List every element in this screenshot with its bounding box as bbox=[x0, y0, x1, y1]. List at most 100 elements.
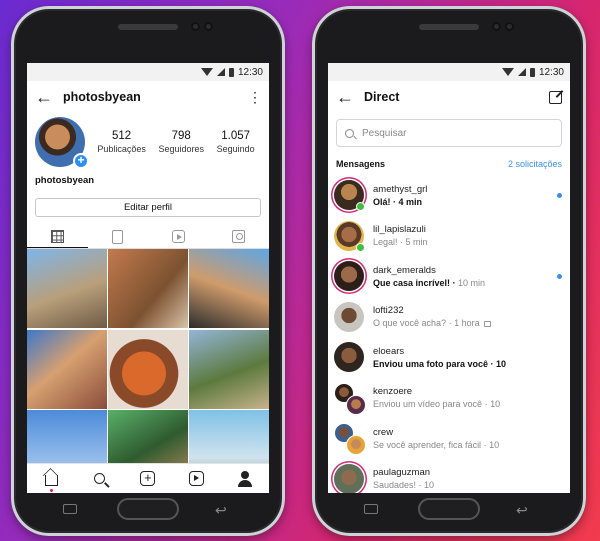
thread-row[interactable]: amethyst_grl Olá! · 4 min bbox=[328, 175, 570, 216]
stat-posts[interactable]: 512 Publicações bbox=[97, 130, 146, 154]
avatar bbox=[334, 301, 364, 332]
nav-profile[interactable] bbox=[236, 470, 254, 488]
back-icon[interactable]: ↩ bbox=[215, 502, 227, 519]
arrow-left-icon[interactable]: ← bbox=[336, 88, 354, 106]
recent-apps-icon[interactable] bbox=[63, 504, 77, 514]
stat-followers[interactable]: 798 Seguidores bbox=[158, 130, 204, 154]
preview-time: 10 min bbox=[458, 277, 486, 288]
camera bbox=[191, 22, 200, 31]
thread-name: crew bbox=[373, 426, 394, 438]
requests-link[interactable]: 2 solicitações bbox=[508, 159, 562, 169]
more-vertical-icon[interactable]: ⋮ bbox=[248, 89, 262, 106]
search-input[interactable]: Pesquisar bbox=[336, 119, 562, 147]
search-placeholder: Pesquisar bbox=[362, 127, 407, 139]
section-title: Mensagens bbox=[336, 159, 386, 169]
thread-preview: Se você aprender, fica fácil · 10 bbox=[373, 439, 500, 450]
new-post-icon: + bbox=[140, 471, 156, 486]
nav-home[interactable] bbox=[42, 470, 60, 492]
camera bbox=[505, 22, 514, 31]
photo-thumbnail[interactable] bbox=[189, 249, 269, 328]
profile-tabs bbox=[27, 225, 269, 249]
thread-name: lofti232 bbox=[373, 305, 404, 317]
thread-row[interactable]: kenzoere Enviou um vídeo para você · 10 bbox=[328, 378, 570, 419]
group-avatar bbox=[334, 382, 366, 415]
preview-time: 5 min bbox=[405, 237, 428, 248]
thread-meta: lil_lapislazuli Legal! · 5 min bbox=[373, 224, 562, 247]
tab-grid[interactable] bbox=[27, 225, 88, 248]
avatar[interactable]: + bbox=[35, 117, 89, 169]
compose-icon[interactable] bbox=[549, 90, 562, 104]
nav-search[interactable] bbox=[91, 470, 109, 488]
photo-thumbnail[interactable] bbox=[27, 329, 107, 409]
arrow-left-icon[interactable]: ← bbox=[35, 88, 53, 106]
bottom-nav: + bbox=[27, 463, 269, 493]
photo-thumbnail[interactable] bbox=[27, 249, 107, 328]
reels-icon bbox=[171, 230, 185, 243]
profile-header: ← photosbyean ⋮ bbox=[27, 81, 269, 113]
status-time: 12:30 bbox=[538, 66, 564, 78]
thread-name: kenzoere bbox=[373, 386, 413, 398]
photo-thumbnail[interactable] bbox=[108, 329, 188, 409]
stat-following[interactable]: 1.057 Seguindo bbox=[217, 130, 255, 154]
notification-dot bbox=[50, 488, 54, 492]
nav-new-post[interactable]: + bbox=[139, 470, 157, 488]
camera bbox=[204, 22, 213, 31]
preview-text: Enviou um vídeo para você bbox=[373, 399, 483, 410]
home-icon bbox=[44, 475, 58, 486]
avatar bbox=[334, 180, 365, 212]
thread-row[interactable]: eloears Enviou uma foto para você · 10 bbox=[328, 337, 570, 378]
preview-time: 4 min bbox=[398, 196, 423, 207]
edit-profile-button[interactable]: Editar perfil bbox=[35, 198, 261, 217]
preview-time: 10 bbox=[489, 439, 500, 450]
thread-name: dark_emeralds bbox=[373, 264, 436, 276]
thread-meta: amethyst_grl Olá! · 4 min bbox=[373, 184, 551, 207]
photo-thumbnail[interactable] bbox=[108, 249, 188, 328]
stat-value: 798 bbox=[171, 130, 191, 142]
thread-row[interactable]: dark_emeralds Que casa incrível! · 10 mi… bbox=[328, 256, 570, 297]
thread-row[interactable]: lofti232 O que você acha? · 1 hora bbox=[328, 297, 570, 338]
online-indicator bbox=[356, 242, 365, 252]
photo-grid bbox=[27, 249, 269, 489]
preview-time: 10 bbox=[490, 399, 501, 410]
status-bar: 12:30 bbox=[27, 63, 269, 81]
thread-meta: dark_emeralds Que casa incrível! · 10 mi… bbox=[373, 265, 551, 288]
profile-summary: + 512 Publicações 798 Seguidores 1.057 S… bbox=[27, 113, 269, 169]
tab-igtv[interactable] bbox=[88, 225, 149, 248]
thread-meta: kenzoere Enviou um vídeo para você · 10 bbox=[373, 386, 562, 409]
thread-row[interactable]: crew Se você aprender, fica fácil · 10 bbox=[328, 418, 570, 459]
home-button[interactable] bbox=[117, 498, 179, 520]
add-story-icon[interactable]: + bbox=[73, 153, 89, 169]
thread-preview: Enviou um vídeo para você · 10 bbox=[373, 399, 501, 410]
home-button[interactable] bbox=[418, 498, 480, 520]
tab-reels[interactable] bbox=[148, 225, 209, 248]
preview-text: Que casa incrível! bbox=[373, 277, 451, 288]
profile-username: photosbyean bbox=[63, 90, 141, 104]
back-icon[interactable]: ↩ bbox=[516, 502, 528, 519]
thread-meta: eloears Enviou uma foto para você · 10 bbox=[373, 346, 562, 369]
preview-text: Legal! bbox=[373, 237, 398, 248]
status-time: 12:30 bbox=[237, 66, 263, 78]
search-icon bbox=[94, 473, 106, 484]
preview-text: Se você aprender, fica fácil bbox=[373, 439, 482, 450]
recent-apps-icon[interactable] bbox=[364, 504, 378, 514]
avatar bbox=[334, 220, 365, 252]
photo-thumbnail[interactable] bbox=[189, 329, 269, 409]
nav-reels[interactable] bbox=[187, 470, 205, 488]
phone-profile: 12:30 ← photosbyean ⋮ + 512 Publicações … bbox=[11, 6, 285, 536]
thread-meta: crew Se você aprender, fica fácil · 10 bbox=[373, 427, 562, 450]
battery-icon bbox=[228, 67, 234, 77]
preview-time: 1 hora bbox=[454, 318, 480, 329]
tab-tagged[interactable] bbox=[209, 225, 270, 248]
android-nav: ↩ bbox=[11, 498, 285, 522]
thread-row[interactable]: paulaguzman Saudades! · 10 bbox=[328, 459, 570, 493]
preview-time: 10 bbox=[424, 480, 435, 491]
thread-row[interactable]: lil_lapislazuli Legal! · 5 min bbox=[328, 216, 570, 257]
unread-dot bbox=[557, 192, 562, 198]
wifi-icon bbox=[501, 68, 514, 76]
search-icon bbox=[345, 128, 354, 138]
speaker bbox=[118, 24, 178, 30]
battery-icon bbox=[529, 67, 535, 77]
grid-icon bbox=[50, 229, 64, 243]
igtv-icon bbox=[112, 229, 124, 244]
thread-name: paulaguzman bbox=[373, 467, 431, 479]
